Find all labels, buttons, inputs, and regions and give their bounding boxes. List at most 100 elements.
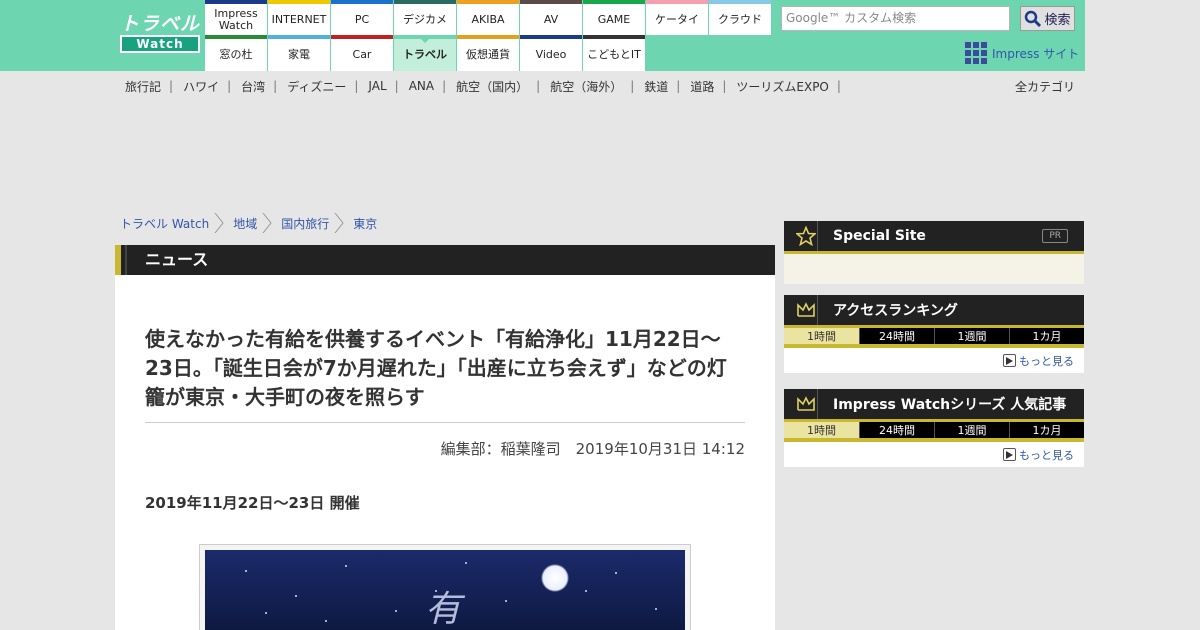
category-link[interactable]: ハワイ	[183, 78, 219, 95]
search-icon	[1025, 10, 1042, 27]
special-site-header: Special Site PR	[784, 221, 1084, 254]
calligraphy-glyph: 有	[425, 589, 462, 630]
nav-tab-7[interactable]: ケータイ	[646, 0, 708, 35]
nav-tab-8[interactable]: クラウド	[709, 0, 771, 35]
series-more-link[interactable]: もっと見る	[784, 442, 1084, 467]
series-header: Impress Watchシリーズ 人気記事	[784, 389, 1084, 422]
category-link[interactable]: 旅行記	[125, 78, 161, 95]
breadcrumb-link[interactable]: 国内旅行	[281, 215, 329, 232]
category-item: ディズニー |	[287, 78, 368, 94]
impress-sites-link[interactable]: Impress サイト	[965, 42, 1079, 64]
ranking-tab[interactable]: 1時間	[784, 328, 859, 344]
separator: |	[227, 79, 232, 93]
impress-sites-label: Impress サイト	[992, 46, 1080, 61]
article-image[interactable]: 有	[205, 550, 685, 630]
category-link[interactable]: 台湾	[241, 78, 265, 95]
category-link[interactable]: ディズニー	[287, 78, 346, 95]
series-tab[interactable]: 1時間	[784, 422, 859, 438]
nav-tab-5[interactable]: AV	[520, 0, 582, 35]
category-link[interactable]: 航空（海外）	[550, 78, 622, 95]
category-item: 道路 |	[690, 78, 736, 94]
nav-tab-10[interactable]: 家電	[268, 35, 330, 71]
nav-tab-14[interactable]: Video	[520, 35, 582, 71]
all-categories-link[interactable]: 全カテゴリ	[1015, 78, 1075, 95]
nav-tab-11[interactable]: Car	[331, 35, 393, 71]
chevron-right-icon	[334, 213, 344, 233]
chevron-right-icon	[214, 213, 224, 233]
breadcrumb-link[interactable]: 東京	[353, 215, 377, 232]
special-site-title: Special Site	[833, 228, 926, 244]
separator: |	[354, 79, 359, 93]
nav-tab-9[interactable]: 窓の杜	[205, 35, 267, 71]
separator: |	[676, 79, 681, 93]
category-link[interactable]: 航空（国内）	[456, 78, 528, 95]
category-link[interactable]: JAL	[368, 79, 386, 93]
search-button-label: 検索	[1044, 12, 1071, 27]
category-item: 航空（海外） |	[550, 78, 644, 94]
category-item: 航空（国内） |	[456, 78, 550, 94]
nav-tab-4[interactable]: AKIBA	[457, 0, 519, 35]
category-item: ANA |	[409, 78, 456, 94]
chevron-right-icon	[262, 213, 272, 233]
logo-text-bottom: Watch	[120, 35, 200, 53]
ranking-tab[interactable]: 1カ月	[1009, 328, 1084, 344]
ranking-more-link[interactable]: もっと見る	[784, 348, 1084, 373]
series-title: Impress Watchシリーズ 人気記事	[833, 397, 1067, 413]
site-header: トラベル Watch Impress Watch INTERNET PC デジカメ AK…	[0, 0, 1200, 71]
star-decoration	[655, 608, 657, 610]
nav-tab-12[interactable]: トラベル	[394, 35, 456, 71]
ranking-more-label: もっと見る	[1019, 354, 1074, 368]
nav-tab-15[interactable]: こどもとIT	[583, 35, 645, 71]
grid-icon	[965, 42, 987, 64]
search-button[interactable]: 検索	[1020, 6, 1075, 31]
breadcrumb: トラベル Watch 地域 国内旅行 東京	[120, 213, 377, 233]
separator: |	[394, 79, 399, 93]
event-date: 2019年11月22日～23日 開催	[145, 494, 360, 512]
series-tabs: 1時間 24時間 1週間 1カ月	[784, 422, 1084, 442]
ranking-tab[interactable]: 1週間	[934, 328, 1009, 344]
separator: |	[630, 79, 635, 93]
series-tab[interactable]: 1週間	[934, 422, 1009, 438]
category-link[interactable]: 道路	[690, 78, 714, 95]
crown-icon	[796, 295, 818, 325]
category-link[interactable]: ツーリズムEXPO	[736, 78, 829, 95]
category-item: 旅行記 |	[125, 78, 183, 94]
special-site-box: Special Site PR	[784, 221, 1084, 284]
category-item: 鉄道 |	[644, 78, 690, 94]
star-decoration	[505, 600, 507, 602]
separator: |	[722, 79, 727, 93]
star-decoration	[395, 610, 397, 612]
site-nav: Impress Watch INTERNET PC デジカメ AKIBA AV GAME ケー…	[205, 0, 771, 71]
category-link[interactable]: 鉄道	[644, 78, 668, 95]
category-item: ハワイ |	[183, 78, 241, 94]
search-input[interactable]: Google™ カスタム検索	[781, 6, 1010, 31]
star-decoration	[295, 595, 297, 597]
nav-tab-6[interactable]: GAME	[583, 0, 645, 35]
nav-tab-13[interactable]: 仮想通貨	[457, 35, 519, 71]
nav-tab-1[interactable]: INTERNET	[268, 0, 330, 35]
series-tab[interactable]: 1カ月	[1009, 422, 1084, 438]
separator: |	[442, 79, 447, 93]
series-tab[interactable]: 24時間	[859, 422, 934, 438]
category-nav: 旅行記 | ハワイ | 台湾 | ディズニー | JAL | ANA | 航空（国内） | 航空（海外） | 鉄…	[125, 78, 851, 94]
breadcrumb-link[interactable]: 地域	[233, 215, 257, 232]
ranking-title: アクセスランキング	[833, 303, 958, 319]
separator: |	[169, 79, 174, 93]
series-box: Impress Watchシリーズ 人気記事 1時間 24時間 1週間 1カ月 もっと…	[784, 389, 1084, 467]
article-title: 使えなかった有給を供養するイベント「有給浄化」11月22日～23日。「誕生日会が…	[145, 327, 727, 409]
section-header: ニュース	[115, 245, 775, 275]
nav-tab-2[interactable]: PC	[331, 0, 393, 35]
separator: |	[836, 79, 841, 93]
star-decoration	[585, 590, 587, 592]
site-logo[interactable]: トラベル Watch	[120, 13, 200, 55]
pr-badge: PR	[1042, 229, 1068, 243]
nav-tab-0[interactable]: Impress Watch	[205, 0, 267, 35]
breadcrumb-link[interactable]: トラベル Watch	[120, 215, 209, 232]
category-link[interactable]: ANA	[409, 79, 434, 93]
play-icon	[1003, 448, 1016, 461]
nav-tab-3[interactable]: デジカメ	[394, 0, 456, 35]
ranking-tab[interactable]: 24時間	[859, 328, 934, 344]
star-icon	[796, 221, 818, 251]
article-panel: ニュース 使えなかった有給を供養するイベント「有給浄化」11月22日～23日。「…	[115, 245, 775, 630]
star-decoration	[245, 570, 247, 572]
